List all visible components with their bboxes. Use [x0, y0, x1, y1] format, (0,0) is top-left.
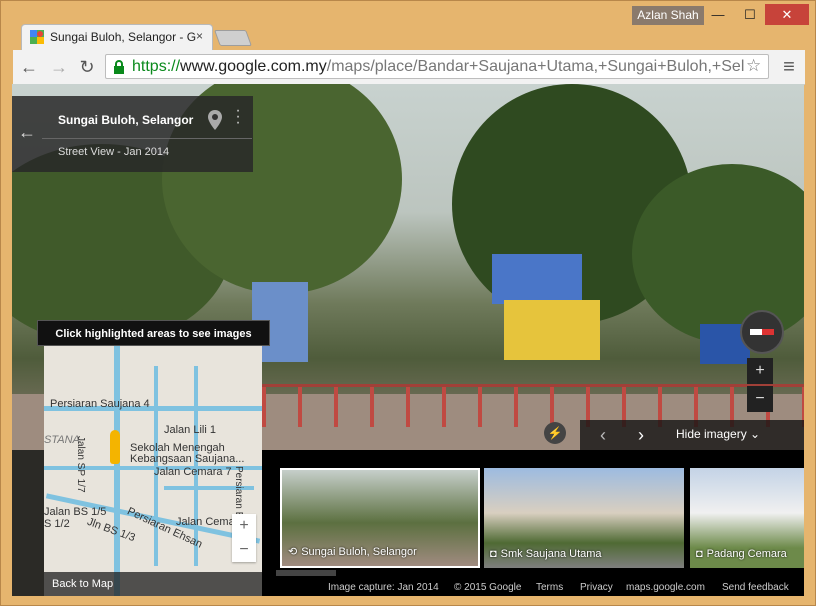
bookmark-star-icon[interactable]: ☆: [746, 56, 761, 76]
forward-button[interactable]: →: [47, 55, 71, 79]
next-image-button[interactable]: ›: [626, 424, 656, 446]
hide-imagery-button[interactable]: Hide imagery ⌄: [676, 427, 760, 441]
filmstrip-scrollbar[interactable]: [276, 570, 336, 576]
new-tab-button[interactable]: [214, 30, 252, 46]
maps-favicon-icon: [30, 30, 44, 44]
360-icon: ⟲: [288, 546, 298, 558]
map-pin-icon[interactable]: [208, 110, 222, 130]
map-label: Persiaran Saujana 4: [50, 398, 150, 410]
camera-icon: ◘: [490, 548, 497, 560]
image-capture-text: Image capture: Jan 2014: [328, 582, 439, 593]
zoom-in-button[interactable]: +: [747, 358, 773, 384]
thumbnail-label: ◘ Smk Saujana Utama: [490, 548, 602, 560]
time-machine-icon[interactable]: ⚡: [544, 422, 566, 444]
map-label: Jln BS 1/3: [85, 515, 137, 545]
map-label: Jalan Cemar: [176, 516, 239, 528]
compass-needle-icon: [750, 329, 774, 335]
back-arrow-button[interactable]: ←: [18, 122, 36, 143]
pegman-icon[interactable]: [110, 430, 120, 464]
photo-filmstrip: ⟲ Sungai Buloh, Selangor ◘ Smk Saujana Uta…: [262, 450, 804, 596]
copyright-text: © 2015 Google: [454, 582, 522, 593]
map-label: Jalan Cemara 7: [154, 466, 232, 478]
chrome-menu-button[interactable]: ≡: [777, 55, 801, 79]
lock-icon: [114, 60, 124, 74]
map-label: Jalan Lili 1: [164, 424, 216, 436]
signboard-image: [492, 254, 582, 304]
prev-image-button[interactable]: ‹: [588, 424, 618, 446]
send-feedback-link[interactable]: Send feedback: [722, 582, 789, 593]
mini-map-zoom-in-button[interactable]: +: [232, 514, 256, 538]
map-footer: Image capture: Jan 2014 © 2015 Google Te…: [262, 580, 804, 596]
privacy-link[interactable]: Privacy: [580, 582, 613, 593]
double-chevron-down-icon: ⌄: [750, 427, 761, 441]
camera-icon: ◘: [696, 548, 703, 560]
thumbnail-label: ⟲ Sungai Buloh, Selangor: [288, 546, 417, 558]
terms-link[interactable]: Terms: [536, 582, 563, 593]
mini-map[interactable]: Persiaran Saujana 4 STANA Jalan Lili 1 J…: [44, 346, 262, 596]
photo-thumbnail[interactable]: ◘ Smk Saujana Utama: [484, 468, 684, 568]
location-subtitle: Street View - Jan 2014: [58, 146, 170, 158]
profile-name[interactable]: Azlan Shah: [632, 6, 704, 25]
zoom-out-button[interactable]: −: [747, 386, 773, 412]
address-bar[interactable]: https://www.google.com.my/maps/place/Ban…: [105, 54, 769, 79]
thumbnail-label: ◘ Padang Cemara: [696, 548, 787, 560]
close-window-button[interactable]: ✕: [765, 4, 809, 25]
browser-tab[interactable]: Sungai Buloh, Selangor - G ×: [21, 24, 213, 50]
compass-icon[interactable]: [740, 310, 784, 354]
mini-map-zoom-out-button[interactable]: −: [232, 538, 256, 562]
location-title: Sungai Buloh, Selangor: [58, 113, 194, 127]
photo-thumbnail[interactable]: ⟲ Sungai Buloh, Selangor: [280, 468, 480, 568]
reload-button[interactable]: ↻: [75, 55, 99, 79]
minimize-button[interactable]: —: [703, 5, 733, 25]
map-hint-tooltip: Click highlighted areas to see images: [37, 320, 270, 346]
map-road: [114, 346, 120, 596]
mini-map-zoom: + −: [232, 514, 256, 562]
url-text: https://www.google.com.my/maps/place/Ban…: [132, 58, 745, 75]
tab-close-button[interactable]: ×: [196, 29, 203, 43]
browser-toolbar: ← → ↻ https://www.google.com.my/maps/pla…: [13, 50, 805, 85]
maximize-button[interactable]: ☐: [735, 5, 765, 25]
tab-title: Sungai Buloh, Selangor - G: [50, 30, 197, 44]
card-divider: [42, 138, 252, 139]
map-label: S 1/2: [44, 518, 70, 530]
photo-thumbnail[interactable]: ◘ Padang Cemara: [690, 468, 804, 568]
street-view-container: ← Sungai Buloh, Selangor · · · Street View…: [12, 84, 804, 596]
banner-image: [504, 300, 600, 360]
map-label: Jalan SP 1/7: [75, 436, 86, 493]
maps-domain-link[interactable]: maps.google.com: [626, 582, 705, 593]
more-options-icon[interactable]: · · ·: [234, 103, 242, 131]
location-card: ← Sungai Buloh, Selangor · · · Street View…: [12, 96, 253, 172]
imagery-navbar: ‹ › Hide imagery ⌄: [580, 420, 804, 450]
back-button[interactable]: ←: [17, 55, 41, 79]
back-to-map-button[interactable]: Back to Map: [44, 572, 262, 596]
map-label: Kebangsaan Saujana...: [130, 453, 245, 465]
close-icon: ✕: [781, 7, 793, 22]
map-label: Jalan BS 1/5: [44, 506, 107, 518]
